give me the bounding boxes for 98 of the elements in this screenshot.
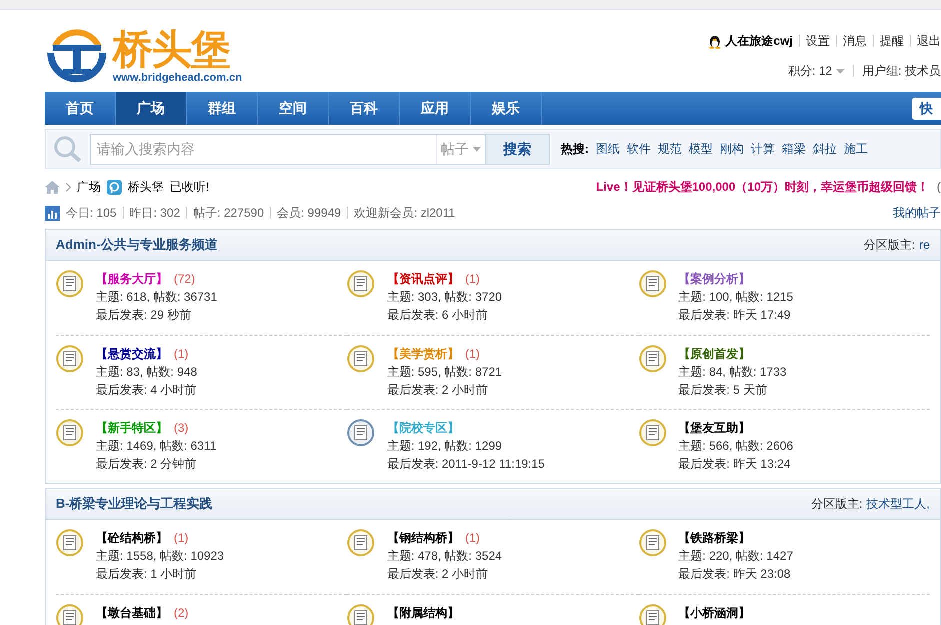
forum-name-link[interactable]: 【小桥涵洞】 (678, 604, 751, 622)
chevron-right-icon (66, 182, 71, 192)
forum-name-link[interactable]: 【铁路桥梁】 (678, 529, 751, 547)
feed-status: 已收听! (170, 179, 210, 196)
announcement-text: ( (937, 179, 941, 196)
nav-tab[interactable]: 空间 (258, 92, 329, 125)
forum-name-link[interactable]: 【案例分析】 (678, 270, 751, 288)
forum-name-link[interactable]: 【堡友互助】 (678, 419, 751, 437)
forum-stats: 主题: 100, 帖数: 1215 (678, 289, 794, 306)
forum-stats: 主题: 618, 帖数: 36731 (96, 289, 218, 306)
home-icon[interactable] (45, 180, 60, 194)
last-post-time: 最后发表: 2 小时前 (387, 566, 490, 583)
new-post-count: (2) (174, 605, 189, 622)
nav-tab[interactable]: 应用 (400, 92, 471, 125)
quick-button[interactable]: 快 (912, 98, 941, 120)
last-post-time: 最后发表: 昨天 17:49 (678, 307, 792, 324)
hot-search-link[interactable]: 模型 (689, 140, 713, 158)
logo-url: www.bridgehead.com.cn (113, 72, 242, 84)
search-button[interactable]: 搜索 (485, 134, 549, 164)
forum-stats: 主题: 220, 帖数: 1427 (678, 548, 794, 565)
forum-name-link[interactable]: 【钢结构桥】 (387, 529, 460, 547)
stat-text: 会员: 99949 (270, 207, 342, 219)
forum-stats: 主题: 1469, 帖数: 6311 (96, 438, 217, 455)
last-post-time: 最后发表: 5 天前 (678, 382, 768, 399)
feed-name-link[interactable]: 桥头堡 (128, 178, 164, 196)
section-title: B-桥梁专业理论与工程实践 (56, 495, 213, 514)
hot-search-link[interactable]: 施工 (844, 140, 868, 158)
search-field[interactable]: 请输入搜索内容 帖子 搜索 (90, 134, 550, 164)
forum-stats: 主题: 478, 帖数: 3524 (387, 548, 502, 565)
new-post-count: (1) (174, 346, 189, 363)
nav-tab[interactable]: 群组 (187, 92, 258, 125)
penguin-icon (708, 34, 722, 48)
new-post-count: (1) (465, 530, 480, 547)
stat-text: 昨日: 302 (122, 207, 180, 219)
new-post-count: (72) (174, 271, 196, 288)
announcement-link[interactable]: Live！见证桥头堡100,000（10万）时刻，幸运堡币超级回馈！ (596, 178, 929, 196)
forum-stats: 主题: 84, 帖数: 1733 (678, 364, 787, 381)
new-post-count: (1) (465, 346, 480, 363)
last-post-time: 最后发表: 2011-9-12 11:19:15 (387, 456, 545, 473)
nav-tab[interactable]: 娱乐 (471, 92, 542, 125)
p-logo-icon (107, 180, 122, 194)
search-icon (53, 135, 83, 163)
header-link[interactable]: 消息 (836, 35, 867, 47)
forum-stats: 主题: 83, 帖数: 948 (96, 364, 198, 381)
forum-stats: 主题: 595, 帖数: 8721 (387, 364, 502, 381)
last-post-time: 最后发表: 2 小时前 (387, 382, 490, 399)
last-post-time: 最后发表: 29 秒前 (96, 307, 192, 324)
forum-name-link[interactable]: 【新手特区】 (96, 419, 168, 437)
hot-search-link[interactable]: 斜拉 (813, 140, 837, 158)
points-link[interactable]: 积分: 12 (788, 62, 832, 80)
my-posts-link[interactable]: 我的帖子 (893, 204, 941, 222)
last-post-time: 最后发表: 6 小时前 (387, 307, 490, 324)
header-link[interactable]: 退出 (910, 35, 941, 47)
section-title: Admin-公共与专业服务频道 (56, 236, 218, 254)
breadcrumb-link[interactable]: 广场 (77, 178, 101, 196)
forum-stats: 主题: 192, 帖数: 1299 (387, 438, 504, 455)
nav-tab[interactable]: 百科 (329, 92, 400, 125)
new-post-count: (1) (174, 530, 189, 547)
caret-icon (473, 146, 481, 152)
moderator-link[interactable]: 技术型工人, (866, 495, 930, 513)
last-post-time: 最后发表: 4 小时前 (96, 382, 198, 399)
moderators-label: 分区版主: (811, 496, 863, 513)
bar-chart-icon (45, 206, 60, 220)
user-name-link[interactable]: 人在旅途cwj (726, 32, 793, 50)
hot-search-link[interactable]: 箱梁 (782, 140, 806, 158)
forum-name-link[interactable]: 【墩台基础】 (96, 604, 168, 622)
hot-search-label: 热搜: (561, 141, 589, 158)
forum-name-link[interactable]: 【原创首发】 (678, 345, 751, 363)
last-post-time: 最后发表: 昨天 23:08 (678, 566, 792, 583)
header-link[interactable]: 设置 (799, 35, 830, 47)
stat-text: 欢迎新会员: zl2011 (347, 207, 456, 219)
forum-name-link[interactable]: 【悬赏交流】 (96, 345, 168, 363)
last-post-time: 最后发表: 1 小时前 (96, 566, 198, 583)
caret-icon (836, 68, 846, 74)
last-post-time: 最后发表: 2 分钟前 (96, 456, 198, 473)
header-link[interactable]: 提醒 (873, 35, 904, 47)
forum-name-link[interactable]: 【砼结构桥】 (96, 529, 168, 547)
hot-search-link[interactable]: 规范 (658, 140, 682, 158)
nav-tab[interactable]: 广场 (116, 92, 187, 125)
user-group: 用户组: 技术员 (853, 65, 941, 77)
last-post-time: 最后发表: 昨天 13:24 (678, 456, 792, 473)
forum-stats: 主题: 1558, 帖数: 10923 (96, 548, 224, 565)
hot-search-link[interactable]: 刚构 (720, 140, 744, 158)
forum-name-link[interactable]: 【服务大厅】 (96, 270, 168, 288)
logo-text: 桥头堡 (113, 28, 232, 72)
new-post-count: (3) (174, 420, 189, 437)
new-post-count: (1) (465, 271, 480, 288)
stat-text: 今日: 105 (66, 205, 117, 222)
hot-search-link[interactable]: 计算 (751, 140, 775, 158)
stat-text: 帖子: 227590 (186, 207, 264, 219)
forum-name-link[interactable]: 【附属结构】 (387, 604, 460, 622)
forum-stats: 主题: 303, 帖数: 3720 (387, 289, 502, 306)
forum-name-link[interactable]: 【资讯点评】 (387, 270, 460, 288)
moderator-link[interactable]: re (919, 236, 930, 254)
hot-search-link[interactable]: 软件 (627, 140, 651, 158)
forum-stats: 主题: 566, 帖数: 2606 (678, 438, 794, 455)
moderators-label: 分区版主: (864, 237, 916, 254)
hot-search-link[interactable]: 图纸 (596, 140, 620, 158)
